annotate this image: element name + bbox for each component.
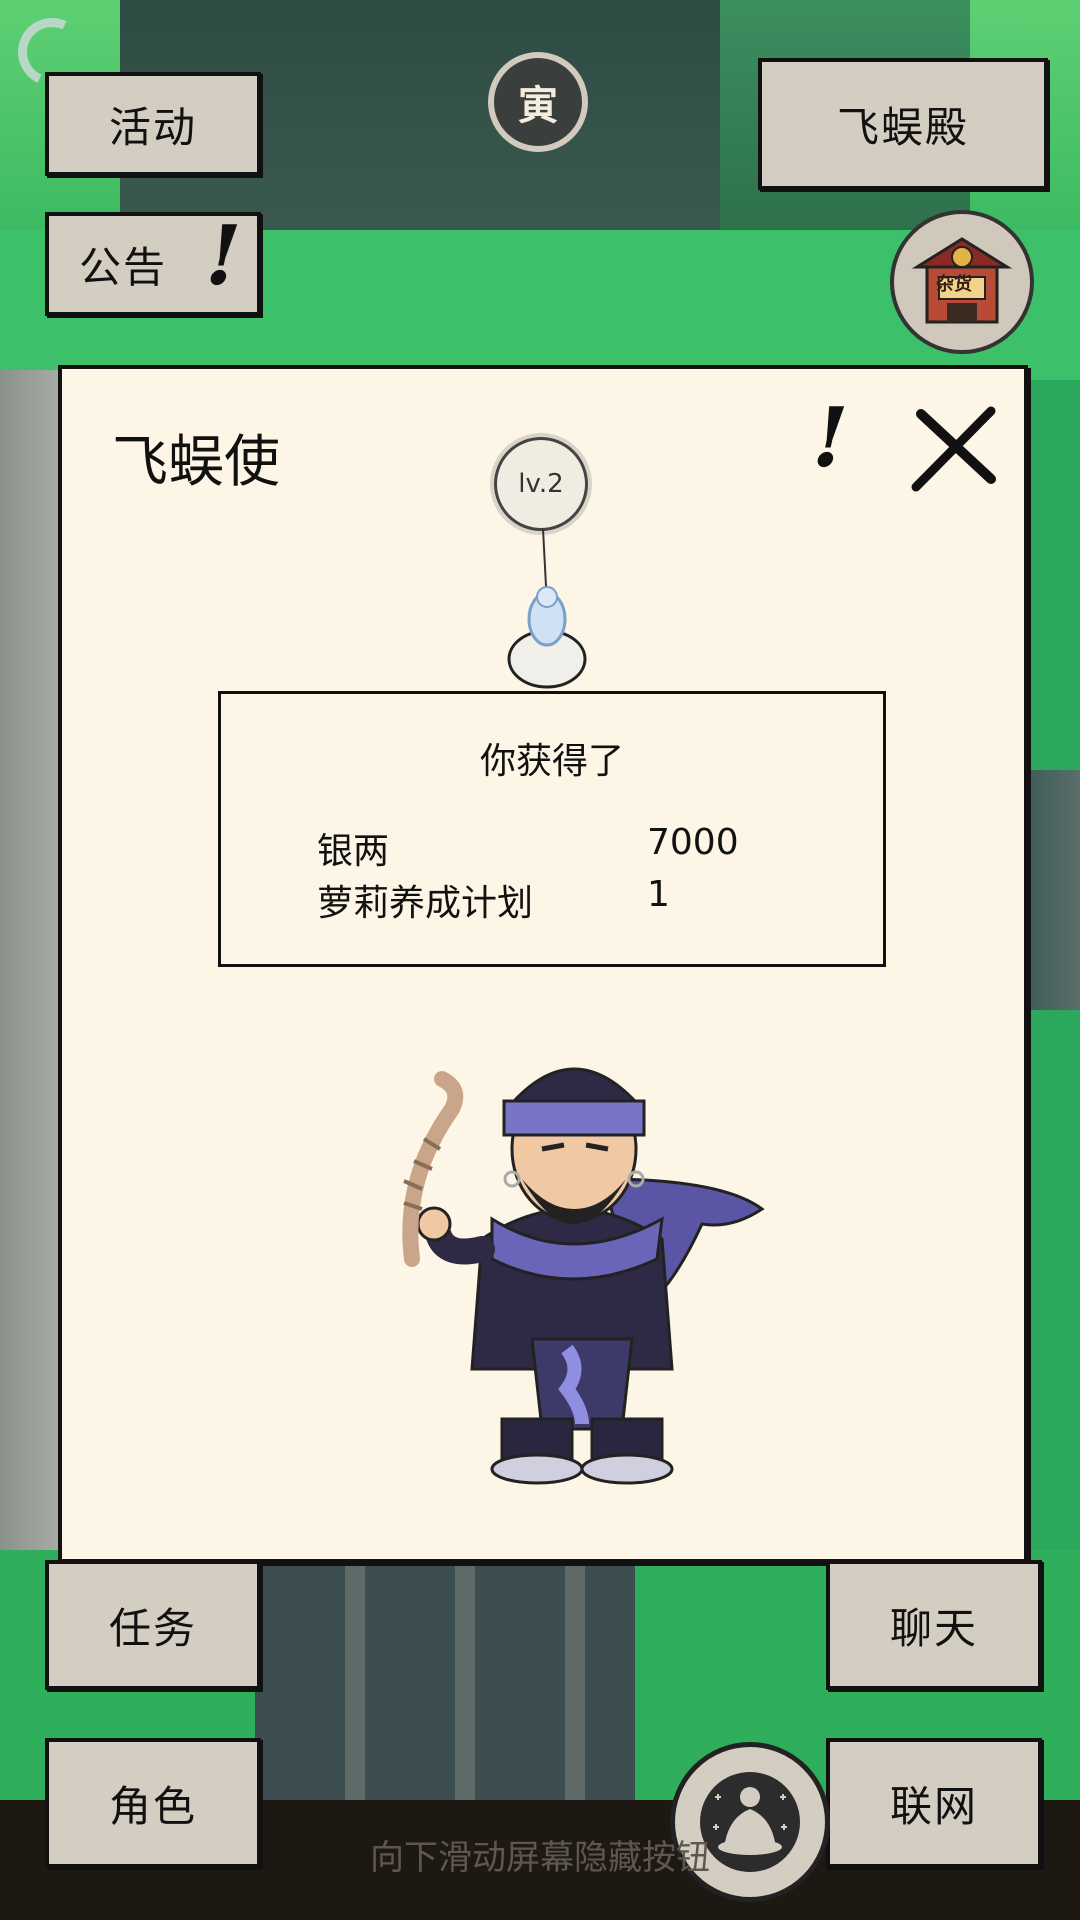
activity-button-label: 活动	[108, 102, 197, 152]
reward-item-name: 萝莉养成计划	[317, 883, 534, 924]
reward-row: 萝莉养成计划 1	[317, 874, 817, 924]
chat-button-label: 聊天	[889, 1603, 978, 1653]
reward-item-name: 银两	[317, 831, 390, 872]
hide-buttons-hint: 向下滑动屏幕隐藏按钮	[370, 1838, 710, 1878]
store-sign-text: 杂货	[936, 274, 972, 295]
time-emblem-glyph: 寅	[518, 82, 558, 129]
background-left-wall	[0, 370, 60, 1570]
dialog-info-icon[interactable]: !	[802, 390, 858, 486]
centipede-envoy-character	[402, 1067, 765, 1485]
reward-item-qty: 1	[647, 874, 670, 915]
task-button[interactable]: 任务	[45, 1560, 261, 1690]
reward-panel: 你获得了 银两 7000 萝莉养成计划 1	[218, 691, 886, 967]
hall-button-label: 飞蜈殿	[836, 102, 969, 152]
network-button-label: 联网	[889, 1781, 978, 1831]
activity-button[interactable]: 活动	[45, 72, 261, 176]
time-emblem-icon[interactable]: 寅	[488, 52, 588, 152]
level-badge: lv.2	[494, 437, 588, 531]
notice-button-label: 公告	[78, 242, 167, 292]
background-right-wall	[1020, 770, 1080, 1010]
reward-item-qty: 7000	[647, 822, 739, 863]
general-store-icon[interactable]: 杂货	[890, 210, 1034, 354]
reward-dialog: 飞蜈使 ! lv.2 你获得了 银两 7000 萝莉养成计划 1	[58, 365, 1028, 1563]
role-button-label: 角色	[108, 1781, 197, 1831]
reward-bag-icon	[507, 586, 587, 689]
chat-button[interactable]: 聊天	[826, 1560, 1042, 1690]
background-gate	[255, 1555, 635, 1805]
hall-button[interactable]: 飞蜈殿	[758, 58, 1048, 190]
reward-header: 你获得了	[479, 741, 624, 782]
dialog-title: 飞蜈使	[112, 430, 280, 495]
close-icon[interactable]	[906, 399, 1006, 499]
reward-row: 银两 7000	[317, 822, 817, 872]
task-button-label: 任务	[108, 1603, 197, 1653]
